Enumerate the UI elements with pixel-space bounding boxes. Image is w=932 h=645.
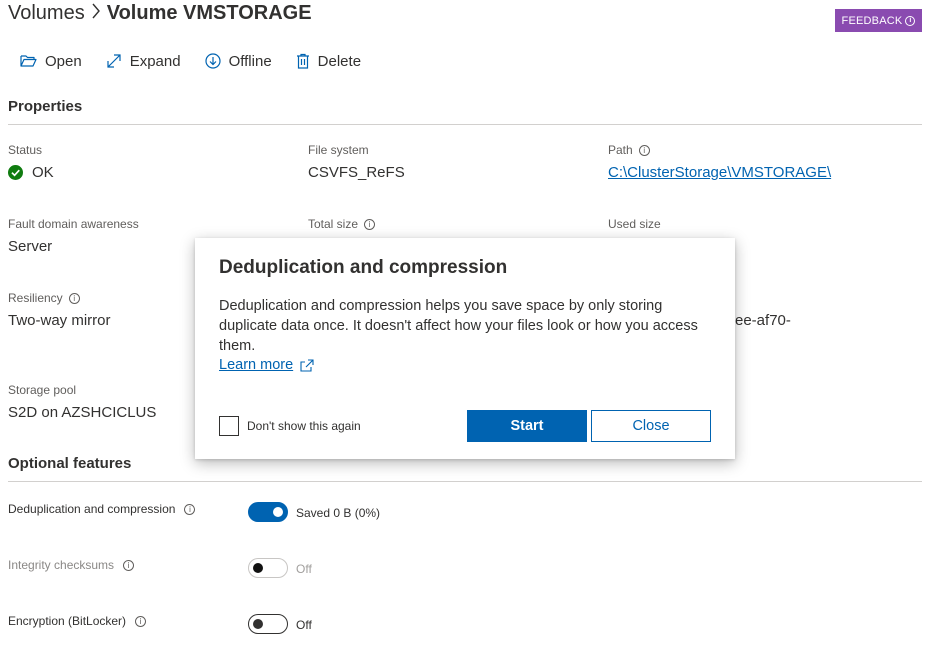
integrity-state: Off — [296, 562, 312, 576]
properties-heading: Properties — [8, 98, 83, 115]
info-icon[interactable]: i — [638, 144, 650, 156]
delete-label: Delete — [317, 52, 362, 70]
info-icon[interactable]: i — [364, 218, 376, 230]
resiliency-property: Resiliency i Two-way mirror — [8, 290, 111, 329]
integrity-feature: Integrity checksums i — [8, 558, 135, 572]
breadcrumb: Volumes Volume VMSTORAGE — [8, 2, 312, 25]
used-size-label: Used size — [608, 217, 661, 231]
path-label: Path — [608, 143, 633, 157]
dialog-body: Deduplication and compression helps you … — [219, 298, 698, 354]
open-button[interactable]: Open — [20, 53, 82, 70]
file-system-value: CSVFS_ReFS — [308, 164, 405, 181]
dont-show-again-label: Don't show this again — [247, 419, 361, 433]
expand-arrow-icon — [107, 54, 121, 68]
dedup-state: Saved 0 B (0%) — [296, 506, 381, 520]
partial-id-value: ee-af70- — [735, 312, 791, 329]
fault-domain-label: Fault domain awareness — [8, 217, 139, 231]
expand-label: Expand — [129, 52, 181, 70]
info-icon: i — [905, 15, 916, 26]
encryption-feature: Encryption (BitLocker) i — [8, 614, 147, 628]
start-button[interactable]: Start — [467, 410, 587, 442]
status-label: Status — [8, 143, 43, 157]
dedup-label: Deduplication and compression — [8, 502, 176, 516]
status-value: OK — [32, 164, 54, 181]
partial-id-property: ee-af70- — [735, 312, 791, 329]
used-size-property: Used size — [608, 216, 661, 232]
breadcrumb-volumes-link[interactable]: Volumes — [8, 2, 85, 25]
trash-icon — [296, 53, 309, 69]
file-system-property: File system CSVFS_ReFS — [308, 142, 405, 181]
offline-label: Offline — [228, 52, 272, 70]
dedup-toggle[interactable] — [248, 502, 288, 522]
learn-more-link[interactable]: Learn more — [219, 357, 314, 373]
dialog-title: Deduplication and compression — [219, 257, 508, 278]
offline-button[interactable]: Offline — [204, 52, 272, 70]
page-title: Volume VMSTORAGE — [106, 2, 312, 24]
fault-domain-value: Server — [8, 238, 53, 255]
file-system-label: File system — [308, 143, 369, 157]
toolbar: Open Expand Offline Delete — [20, 48, 385, 74]
integrity-label: Integrity checksums — [8, 558, 115, 572]
close-button[interactable]: Close — [591, 410, 711, 442]
optional-features-divider — [8, 481, 922, 482]
feedback-button[interactable]: FEEDBACK i — [835, 9, 922, 32]
dont-show-again-checkbox[interactable] — [219, 416, 239, 436]
dedup-dialog: Deduplication and compression Deduplicat… — [195, 238, 735, 459]
total-size-label: Total size — [308, 217, 359, 231]
path-link[interactable]: C:\ClusterStorage\VMSTORAGE\ — [608, 164, 831, 181]
open-label: Open — [45, 52, 82, 70]
encryption-label: Encryption (BitLocker) — [8, 614, 127, 628]
resiliency-label: Resiliency — [8, 291, 63, 305]
external-link-icon — [300, 358, 314, 372]
folder-open-icon — [20, 55, 37, 67]
storage-pool-value: S2D on AZSHCICLUS — [8, 404, 157, 421]
info-icon[interactable]: i — [68, 292, 80, 304]
arrow-down-circle-icon — [204, 53, 221, 69]
properties-divider — [8, 124, 922, 125]
resiliency-value: Two-way mirror — [8, 312, 111, 329]
integrity-toggle[interactable] — [248, 558, 288, 578]
encryption-toggle[interactable] — [248, 614, 288, 634]
info-icon[interactable]: i — [184, 503, 196, 515]
learn-more-label: Learn more — [219, 357, 294, 373]
info-icon[interactable]: i — [135, 615, 147, 627]
breadcrumb-separator — [91, 3, 101, 24]
feedback-label: FEEDBACK — [841, 14, 903, 27]
delete-button[interactable]: Delete — [296, 53, 361, 70]
info-icon[interactable]: i — [123, 559, 135, 571]
optional-features-heading: Optional features — [8, 455, 132, 472]
total-size-property: Total size i — [308, 216, 376, 232]
storage-pool-property: Storage pool S2D on AZSHCICLUS — [8, 382, 156, 421]
path-property: Path i C:\ClusterStorage\VMSTORAGE\ — [608, 142, 831, 181]
expand-button[interactable]: Expand — [106, 53, 181, 70]
check-circle-icon — [8, 165, 23, 180]
encryption-state: Off — [296, 618, 312, 632]
dedup-feature: Deduplication and compression i — [8, 502, 196, 516]
status-property: Status OK — [8, 142, 54, 181]
storage-pool-label: Storage pool — [8, 383, 77, 397]
fault-domain-property: Fault domain awareness Server — [8, 216, 139, 255]
